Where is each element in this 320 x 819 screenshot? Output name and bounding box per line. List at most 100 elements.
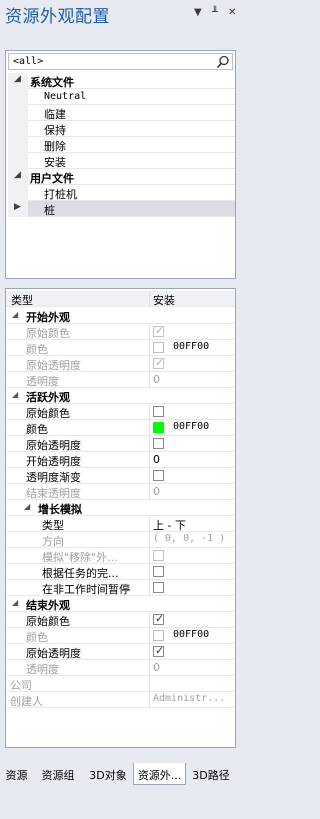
property-checkbox[interactable] bbox=[153, 566, 164, 577]
property-row[interactable]: 类型 上 - 下 bbox=[6, 516, 235, 532]
tree-item[interactable]: 临建 bbox=[8, 105, 235, 121]
tab-2[interactable]: 3D对象 bbox=[83, 763, 133, 785]
tree-cell[interactable]: 删除 bbox=[28, 137, 235, 153]
property-value[interactable]: 上 - 下 bbox=[153, 517, 186, 533]
property-row[interactable]: 公司 bbox=[6, 676, 235, 692]
collapse-caret-icon[interactable]: ◢ bbox=[12, 598, 18, 607]
property-name: 创建人 bbox=[10, 695, 43, 708]
property-row[interactable]: 原始颜色 ✓ bbox=[6, 612, 235, 628]
property-row[interactable]: 在非工作时间暂停 bbox=[6, 580, 235, 596]
category-label: 开始外观 bbox=[26, 311, 70, 324]
tree-cell[interactable]: 桩 bbox=[28, 201, 235, 217]
tree-cell[interactable]: Neutral bbox=[28, 89, 235, 105]
close-icon[interactable]: ✕ bbox=[228, 7, 236, 18]
property-category[interactable]: ◢ 结束外观 bbox=[6, 596, 235, 612]
property-checkbox[interactable]: ✓ bbox=[153, 612, 164, 625]
property-row[interactable]: 原始颜色 ✓ bbox=[6, 324, 235, 340]
column-divider bbox=[149, 468, 150, 484]
property-row[interactable]: 颜色 00FF00 bbox=[6, 628, 235, 644]
property-row[interactable]: 原始透明度 ✓ bbox=[6, 644, 235, 660]
color-value[interactable]: 00FF00 bbox=[173, 421, 209, 432]
expand-arrow-icon[interactable]: ◢ bbox=[14, 170, 21, 180]
tree-cell[interactable]: 用户文件 bbox=[28, 169, 235, 185]
tab-4[interactable]: 3D路径 bbox=[186, 763, 236, 785]
property-checkbox[interactable]: ✓ bbox=[153, 644, 164, 657]
property-value[interactable]: 0 bbox=[153, 453, 160, 466]
property-row[interactable]: 透明度 0 bbox=[6, 660, 235, 676]
tab-1[interactable]: 资源组 bbox=[33, 763, 83, 785]
row-gutter: ◢ bbox=[8, 169, 28, 185]
property-checkbox[interactable] bbox=[153, 582, 164, 593]
property-row[interactable]: 透明度 0 bbox=[6, 372, 235, 388]
grid-header: 类型 安装 bbox=[6, 291, 235, 307]
tree-cell[interactable]: 打桩机 bbox=[28, 185, 235, 201]
search-icon[interactable] bbox=[216, 55, 230, 69]
tree-label: 用户文件 bbox=[30, 172, 74, 185]
tree-item[interactable]: 打桩机 bbox=[8, 185, 235, 201]
property-row[interactable]: 透明度渐变 bbox=[6, 468, 235, 484]
property-name: 公司 bbox=[10, 679, 32, 692]
property-row[interactable]: 模拟"移除"外... bbox=[6, 548, 235, 564]
property-category[interactable]: ◢ 活跃外观 bbox=[6, 388, 235, 404]
dropdown-icon[interactable]: ▼ bbox=[194, 7, 202, 18]
tree-cell[interactable]: 保持 bbox=[28, 121, 235, 137]
property-value: 0 bbox=[153, 485, 160, 498]
tree-cell[interactable]: 系统文件 bbox=[28, 73, 235, 89]
property-value: 0 bbox=[153, 661, 160, 674]
column-divider bbox=[149, 420, 150, 436]
header-value: 安装 bbox=[153, 294, 175, 307]
property-row[interactable]: 颜色 00FF00 bbox=[6, 340, 235, 356]
property-checkbox: ✓ bbox=[153, 356, 164, 369]
column-divider[interactable] bbox=[149, 291, 150, 307]
expand-arrow-icon[interactable]: ◢ bbox=[14, 74, 21, 84]
property-row[interactable]: 结束透明度 0 bbox=[6, 484, 235, 500]
color-value: 00FF00 bbox=[173, 629, 210, 640]
tree-item[interactable]: 保持 bbox=[8, 121, 235, 137]
column-divider bbox=[149, 516, 150, 532]
property-checkbox bbox=[153, 550, 164, 561]
property-category[interactable]: ◢ 增长模拟 bbox=[6, 500, 235, 516]
property-checkbox[interactable] bbox=[153, 406, 164, 417]
tree-group[interactable]: ◢ 系统文件 bbox=[8, 73, 235, 89]
property-row[interactable]: 原始颜色 bbox=[6, 404, 235, 420]
property-row[interactable]: 开始透明度 0 bbox=[6, 452, 235, 468]
tab-0[interactable]: 资源 bbox=[0, 763, 33, 785]
pin-icon[interactable]: ╨ bbox=[212, 7, 218, 18]
tree-cell[interactable]: 安装 bbox=[28, 153, 235, 169]
property-row[interactable]: 原始透明度 ✓ bbox=[6, 356, 235, 372]
column-divider bbox=[149, 548, 150, 564]
color-swatch[interactable] bbox=[153, 422, 164, 433]
property-name: 根据任务的完... bbox=[42, 567, 119, 580]
tree-group[interactable]: ◢ 用户文件 bbox=[8, 169, 235, 185]
collapse-caret-icon[interactable]: ◢ bbox=[24, 502, 30, 511]
property-checkbox[interactable] bbox=[153, 438, 164, 449]
row-pointer-icon[interactable]: ▶ bbox=[14, 202, 21, 212]
column-divider bbox=[149, 580, 150, 596]
title-bar: 资源外观配置 ▼ ╨ ✕ bbox=[0, 0, 246, 30]
collapse-caret-icon[interactable]: ◢ bbox=[12, 310, 18, 319]
property-row[interactable]: 根据任务的完... bbox=[6, 564, 235, 580]
property-row[interactable]: 颜色 00FF00 bbox=[6, 420, 235, 436]
property-name: 透明度 bbox=[26, 663, 59, 676]
bottom-tab-bar: 资源 资源组 3D对象 资源外... 3D路径 bbox=[0, 763, 246, 785]
property-row[interactable]: 创建人 Administr... bbox=[6, 692, 235, 708]
filter-box[interactable]: <all> bbox=[8, 53, 233, 70]
property-category[interactable]: ◢ 开始外观 bbox=[6, 308, 235, 324]
tree-item[interactable]: ▶ 桩 bbox=[8, 201, 235, 217]
collapse-caret-icon[interactable]: ◢ bbox=[12, 390, 18, 399]
property-checkbox[interactable] bbox=[153, 470, 164, 481]
tree-cell[interactable]: 临建 bbox=[28, 105, 235, 121]
tree-item[interactable]: Neutral bbox=[8, 89, 235, 105]
tab-3[interactable]: 资源外... bbox=[133, 763, 186, 785]
row-gutter bbox=[8, 121, 28, 137]
tree-label: 安装 bbox=[44, 156, 66, 169]
tree-item[interactable]: 删除 bbox=[8, 137, 235, 153]
row-gutter bbox=[8, 89, 28, 105]
panel-title: 资源外观配置 bbox=[5, 7, 110, 27]
column-divider bbox=[149, 692, 150, 708]
property-row[interactable]: 方向 ( 0, 0, -1 ) bbox=[6, 532, 235, 548]
filter-input[interactable]: <all> bbox=[13, 56, 43, 67]
property-row[interactable]: 原始透明度 bbox=[6, 436, 235, 452]
tree-item[interactable]: 安装 bbox=[8, 153, 235, 169]
property-name: 颜色 bbox=[26, 631, 48, 644]
